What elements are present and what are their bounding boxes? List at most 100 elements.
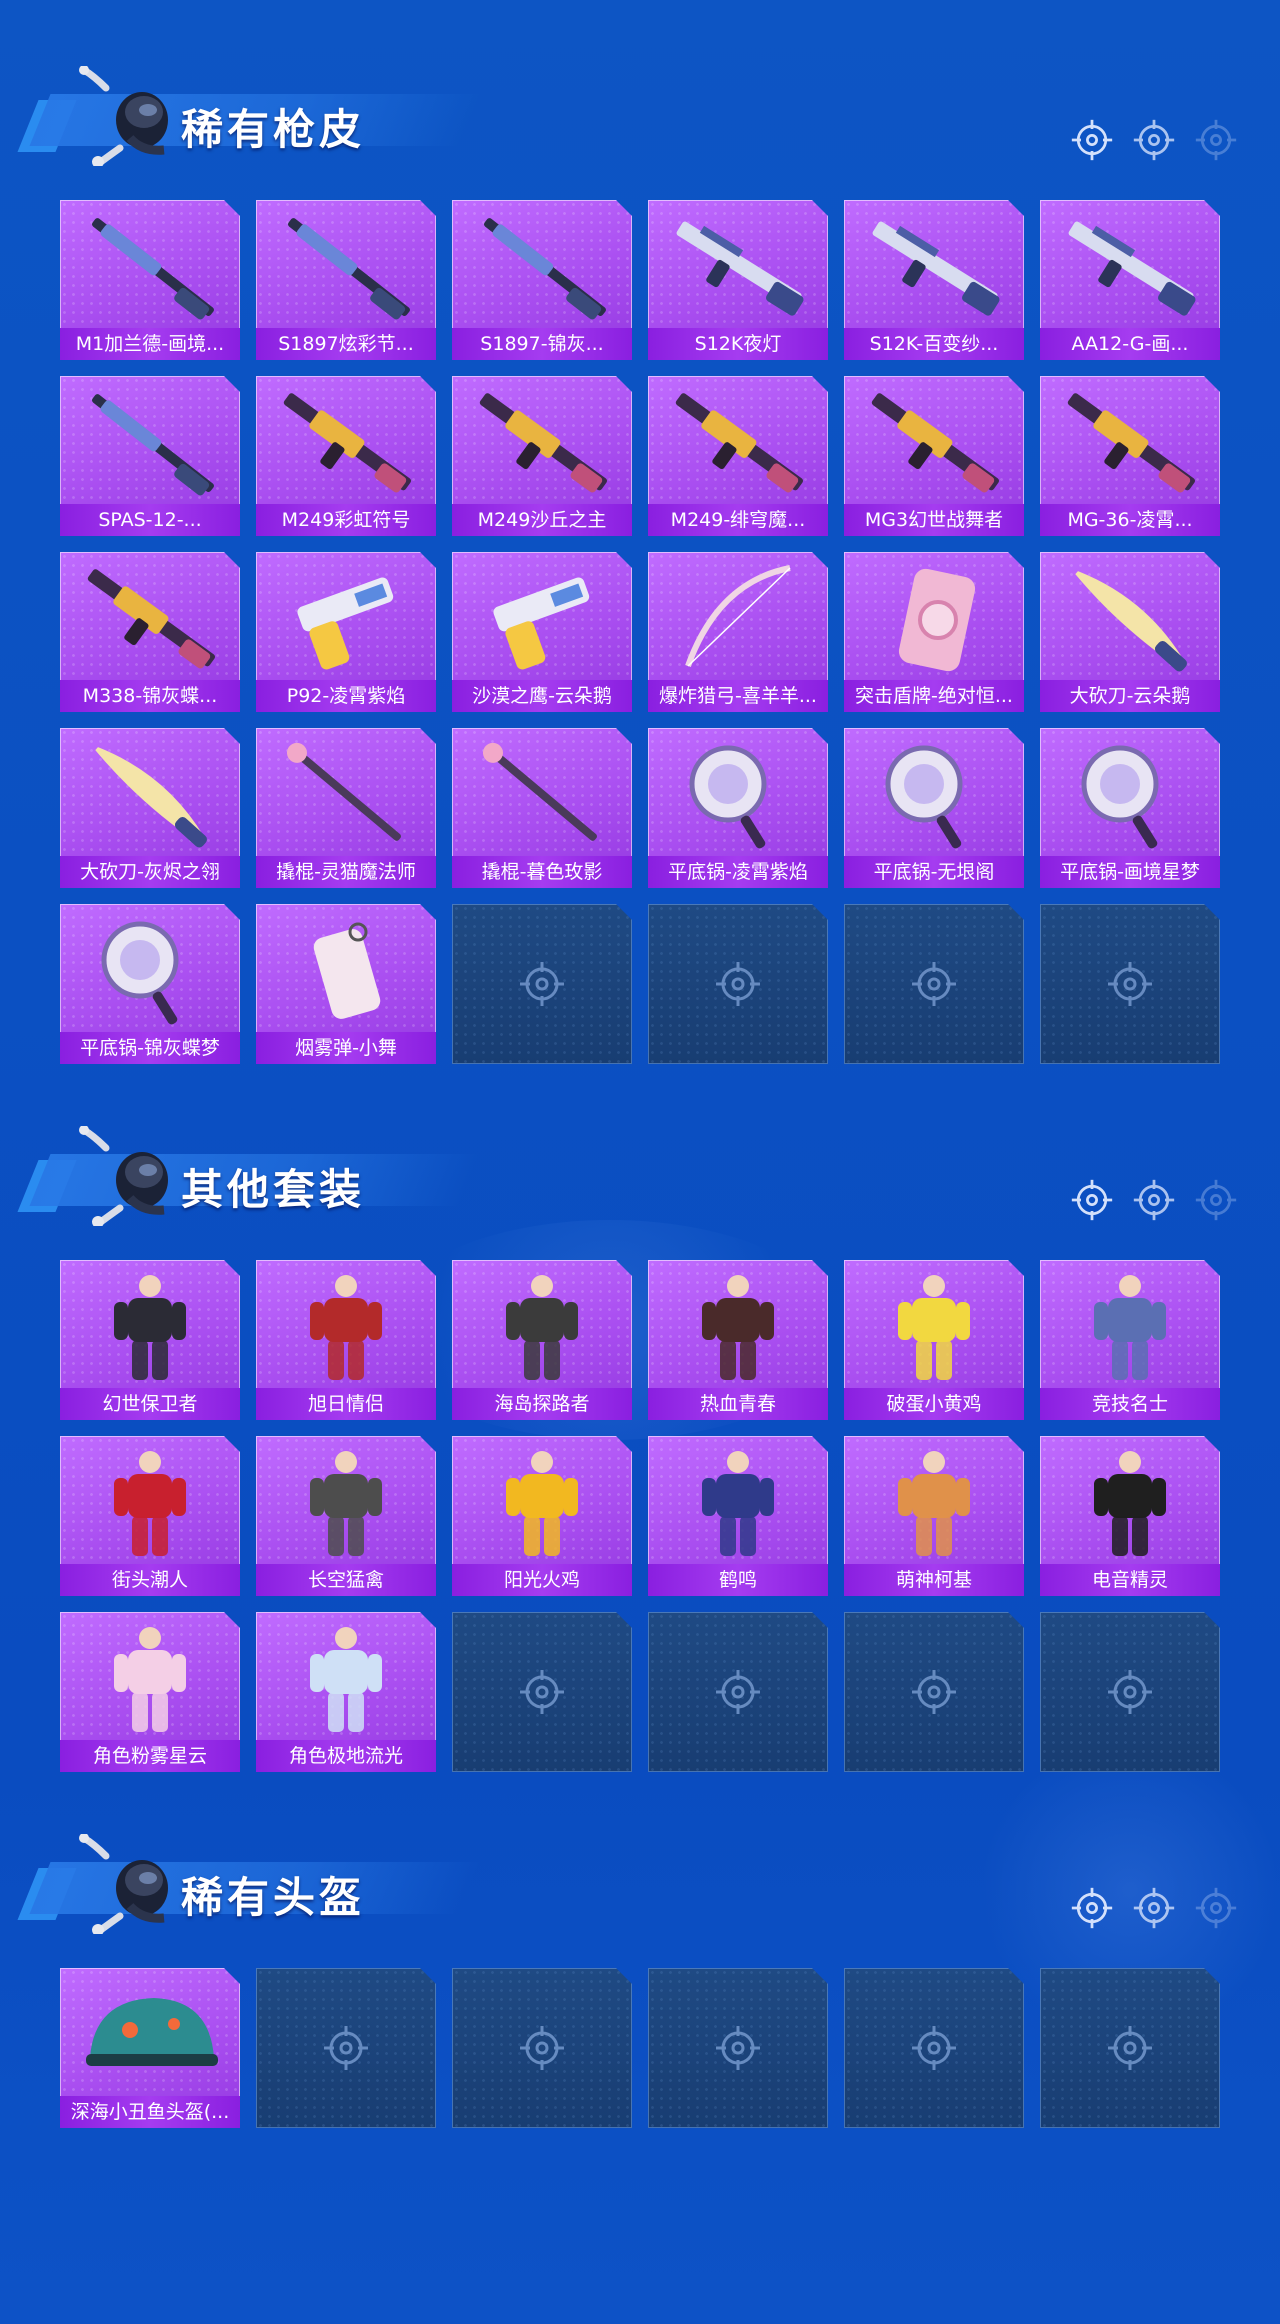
item-card[interactable]: 热血青春 (648, 1260, 828, 1420)
machete-icon (70, 738, 230, 850)
item-card[interactable]: 撬棍-暮色玫影 (452, 728, 632, 888)
crowbar-icon (266, 738, 426, 850)
item-card[interactable]: 海岛探路者 (452, 1260, 632, 1420)
item-card[interactable]: 烟雾弹-小舞 (256, 904, 436, 1064)
outfit-icon (462, 1270, 622, 1382)
item-label: MG3幻世战舞者 (844, 504, 1024, 536)
crosshair-icon (1194, 118, 1238, 162)
section-header: 稀有枪皮 (17, 60, 1280, 170)
helmet-icon (70, 1978, 230, 2090)
item-card[interactable]: 电音精灵 (1040, 1436, 1220, 1596)
item-label: S1897炫彩节... (256, 328, 436, 360)
empty-slot (648, 904, 828, 1064)
item-card[interactable]: M1加兰德-画境... (60, 200, 240, 360)
assault-rifle-icon (1050, 210, 1210, 322)
item-card[interactable]: 破蛋小黄鸡 (844, 1260, 1024, 1420)
crosshair-icon (1106, 960, 1154, 1008)
item-card[interactable]: 长空猛禽 (256, 1436, 436, 1596)
item-card[interactable]: M249-绯穹魔... (648, 376, 828, 536)
item-card[interactable]: S12K夜灯 (648, 200, 828, 360)
shotgun-icon (462, 210, 622, 322)
item-card[interactable]: P92-凌霄紫焰 (256, 552, 436, 712)
item-card[interactable]: 大砍刀-云朵鹅 (1040, 552, 1220, 712)
item-card[interactable]: 突击盾牌-绝对恒... (844, 552, 1024, 712)
item-card[interactable]: 街头潮人 (60, 1436, 240, 1596)
item-card[interactable]: 阳光火鸡 (452, 1436, 632, 1596)
item-label: 竞技名士 (1040, 1388, 1220, 1420)
crosshair-icon (714, 2024, 762, 2072)
item-label: 撬棍-暮色玫影 (452, 856, 632, 888)
crosshair-icon (1132, 1886, 1176, 1930)
item-card[interactable]: AA12-G-画... (1040, 200, 1220, 360)
item-card[interactable]: 平底锅-锦灰蝶梦 (60, 904, 240, 1064)
mascot-icon (76, 1833, 188, 1936)
item-label: 幻世保卫者 (60, 1388, 240, 1420)
item-card[interactable]: M338-锦灰蝶... (60, 552, 240, 712)
item-card[interactable]: S1897炫彩节... (256, 200, 436, 360)
item-card[interactable]: MG-36-凌霄... (1040, 376, 1220, 536)
item-card[interactable]: 爆炸猎弓-喜羊羊... (648, 552, 828, 712)
item-label: 萌神柯基 (844, 1564, 1024, 1596)
item-label: 烟雾弹-小舞 (256, 1032, 436, 1064)
item-card[interactable]: M249沙丘之主 (452, 376, 632, 536)
item-label: M249沙丘之主 (452, 504, 632, 536)
crosshair-icon (1070, 118, 1114, 162)
item-card[interactable]: 竞技名士 (1040, 1260, 1220, 1420)
machine-gun-icon (462, 386, 622, 498)
pan-icon (1050, 738, 1210, 850)
outfit-icon (1050, 1270, 1210, 1382)
outfit-icon (70, 1446, 230, 1558)
item-card[interactable]: 沙漠之鹰-云朵鹅 (452, 552, 632, 712)
item-label: MG-36-凌霄... (1040, 504, 1220, 536)
crosshair-icon (714, 1668, 762, 1716)
item-card[interactable]: S1897-锦灰... (452, 200, 632, 360)
item-card[interactable]: 鹤鸣 (648, 1436, 828, 1596)
crosshair-icon (910, 1668, 958, 1716)
shotgun-icon (70, 386, 230, 498)
item-card[interactable]: MG3幻世战舞者 (844, 376, 1024, 536)
assault-rifle-icon (854, 210, 1014, 322)
item-label: 电音精灵 (1040, 1564, 1220, 1596)
outfit-icon (266, 1446, 426, 1558)
item-card[interactable]: SPAS-12-... (60, 376, 240, 536)
item-label: 沙漠之鹰-云朵鹅 (452, 680, 632, 712)
smoke-grenade-icon (266, 914, 426, 1026)
empty-slot (844, 904, 1024, 1064)
item-card[interactable]: 旭日情侣 (256, 1260, 436, 1420)
item-card[interactable]: 萌神柯基 (844, 1436, 1024, 1596)
item-label: 深海小丑鱼头盔(... (60, 2096, 240, 2128)
item-card[interactable]: 大砍刀-灰烬之翎 (60, 728, 240, 888)
item-card[interactable]: M249彩虹符号 (256, 376, 436, 536)
crosshair-icon (714, 960, 762, 1008)
bow-icon (658, 562, 818, 674)
item-card[interactable]: 深海小丑鱼头盔(... (60, 1968, 240, 2128)
machine-gun-icon (70, 562, 230, 674)
machine-gun-icon (266, 386, 426, 498)
item-card[interactable]: 平底锅-凌霄紫焰 (648, 728, 828, 888)
item-card[interactable]: 角色极地流光 (256, 1612, 436, 1772)
crosshair-icon (518, 1668, 566, 1716)
item-card[interactable]: 撬棍-灵猫魔法师 (256, 728, 436, 888)
outfit-icon (854, 1446, 1014, 1558)
item-label: 爆炸猎弓-喜羊羊... (648, 680, 828, 712)
item-label: 撬棍-灵猫魔法师 (256, 856, 436, 888)
shotgun-icon (266, 210, 426, 322)
item-card[interactable]: 平底锅-画境星梦 (1040, 728, 1220, 888)
item-label: 阳光火鸡 (452, 1564, 632, 1596)
item-label: 破蛋小黄鸡 (844, 1388, 1024, 1420)
item-card[interactable]: 角色粉雾星云 (60, 1612, 240, 1772)
machine-gun-icon (658, 386, 818, 498)
assault-rifle-icon (658, 210, 818, 322)
empty-slot (1040, 1968, 1220, 2128)
item-label: 平底锅-锦灰蝶梦 (60, 1032, 240, 1064)
pistol-icon (266, 562, 426, 674)
item-card[interactable]: S12K-百变纱... (844, 200, 1024, 360)
item-card[interactable]: 幻世保卫者 (60, 1260, 240, 1420)
item-label: 平底锅-无垠阁 (844, 856, 1024, 888)
pan-icon (658, 738, 818, 850)
outfit-icon (1050, 1446, 1210, 1558)
item-card[interactable]: 平底锅-无垠阁 (844, 728, 1024, 888)
crosshair-icon (1132, 1178, 1176, 1222)
item-label: 大砍刀-云朵鹅 (1040, 680, 1220, 712)
crosshair-icon (910, 2024, 958, 2072)
